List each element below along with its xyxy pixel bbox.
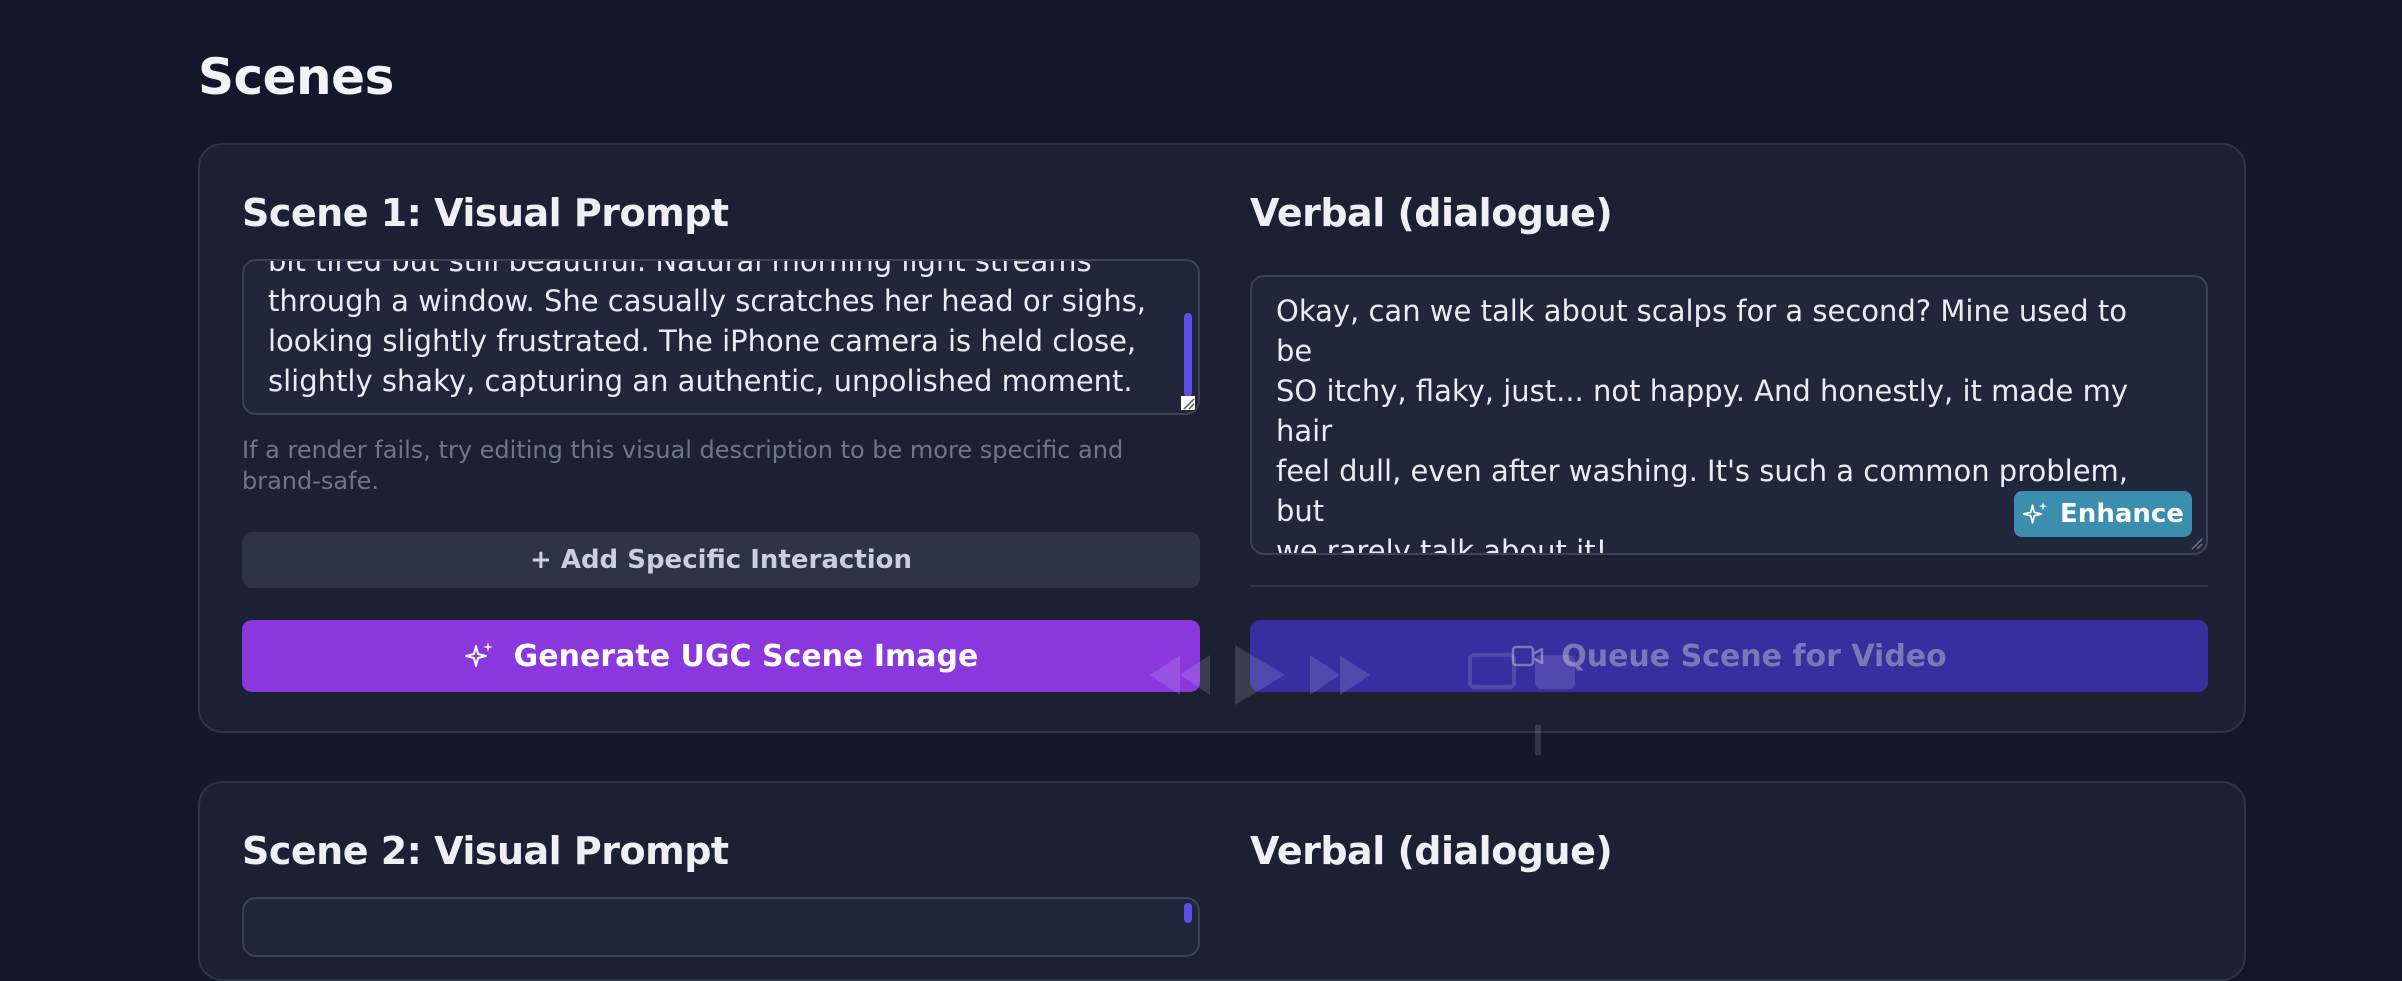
visual-prompt-heading: Scene 2: Visual Prompt [242,829,729,873]
textarea-scrollbar[interactable] [1184,903,1192,923]
media-controls-overlay [1150,645,1575,755]
add-interaction-button[interactable]: + Add Specific Interaction [242,532,1200,588]
verbal-heading: Verbal (dialogue) [1250,829,1613,873]
visual-prompt-line: through a window. She casually scratches… [268,284,1147,318]
generate-scene-image-label: Generate UGC Scene Image [513,638,979,674]
visual-prompt-textarea[interactable] [242,897,1200,957]
sparkles-icon [2022,501,2048,524]
scene-card-2: Scene 2: Visual Prompt Verbal (dialogue) [198,781,2246,981]
verbal-heading: Verbal (dialogue) [1250,191,1613,235]
enhance-button[interactable]: Enhance [2014,491,2192,537]
resize-handle-icon[interactable] [1181,396,1195,410]
visual-prompt-textarea[interactable]: bit tired but still beautiful. Natural m… [242,259,1200,415]
page-title: Scenes [198,48,394,106]
render-hint: If a render fails, try editing this visu… [242,436,1124,495]
enhance-label: Enhance [2060,499,2184,529]
visual-prompt-line: looking slightly frustrated. The iPhone … [268,324,1137,358]
sparkles-icon [464,642,493,667]
visual-prompt-heading: Scene 1: Visual Prompt [242,191,729,235]
dialogue-line: SO itchy, flaky, just... not happy. And … [1276,374,2129,448]
textarea-scrollbar[interactable] [1184,313,1192,397]
visual-prompt-line: slightly shaky, capturing an authentic, … [268,364,1133,398]
visual-prompt-text: bit tired but still beautiful. Natural m… [268,259,1160,401]
dialogue-textarea[interactable]: Okay, can we talk about scalps for a sec… [1250,275,2208,555]
visual-prompt-line: bit tired but still beautiful. Natural m… [268,259,1092,278]
generate-scene-image-button[interactable]: Generate UGC Scene Image [242,620,1200,692]
dialogue-line: Okay, can we talk about scalps for a sec… [1276,294,2127,368]
divider [1250,585,2208,587]
resize-handle-icon[interactable] [2189,536,2203,550]
